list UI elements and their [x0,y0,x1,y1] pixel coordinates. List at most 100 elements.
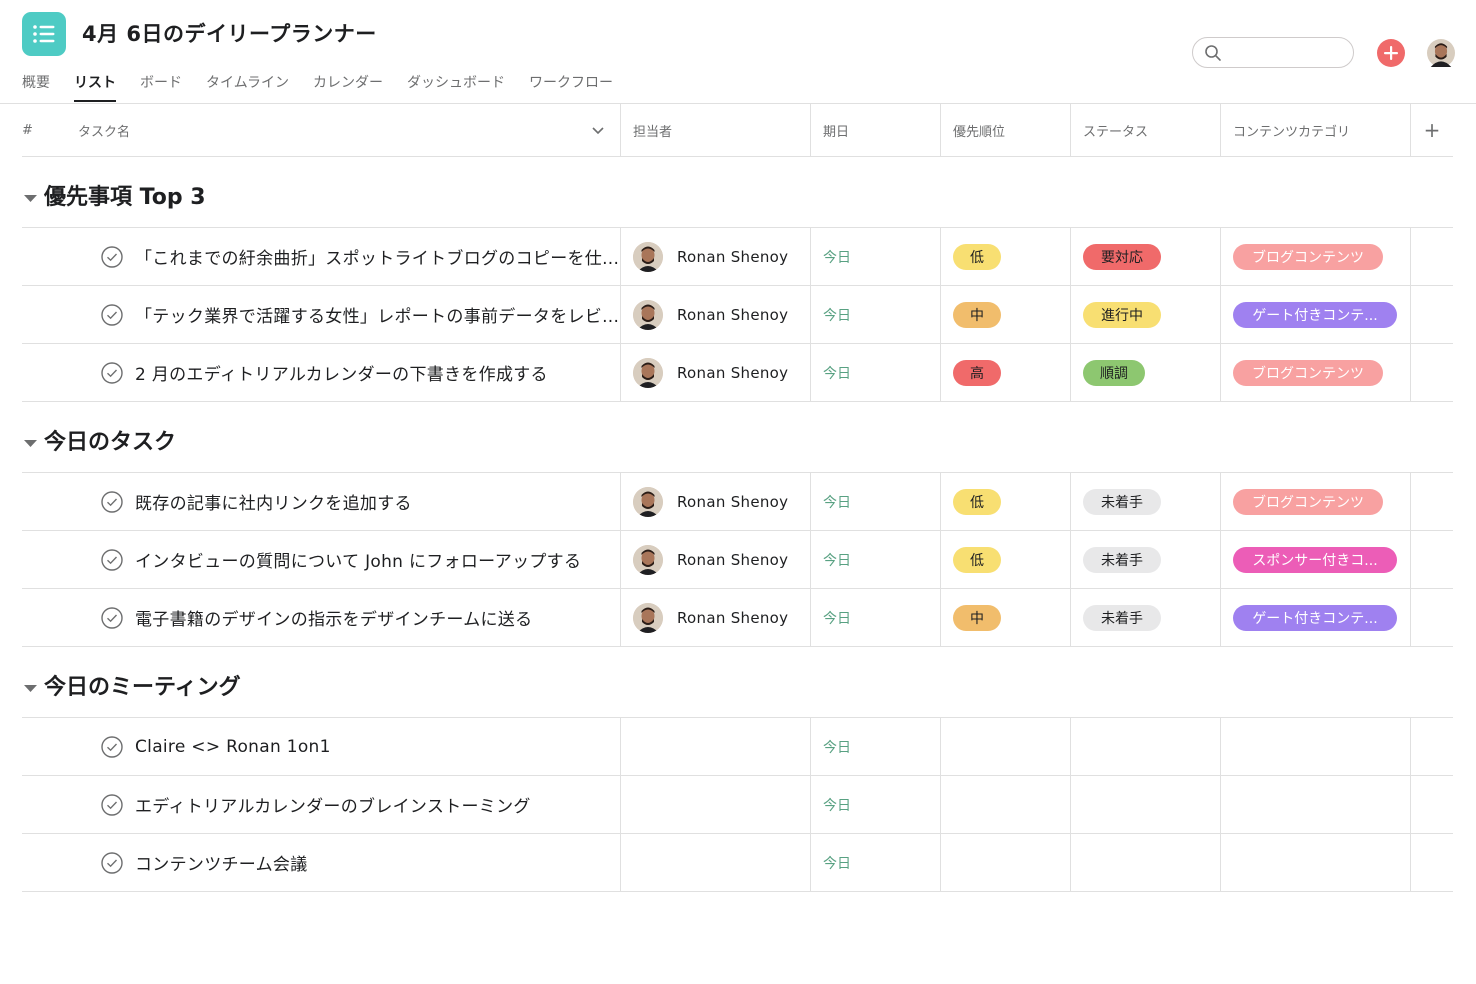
check-circle-icon[interactable] [101,548,123,571]
check-circle-icon[interactable] [101,851,123,874]
due-date-cell[interactable]: 今日 [811,473,941,530]
status-cell[interactable]: 未着手 [1071,473,1221,530]
col-task-name[interactable]: タスク名 [72,104,621,156]
col-content-category[interactable]: コンテンツカテゴリ [1221,104,1411,156]
category-cell[interactable]: ブログコンテンツ [1221,344,1411,401]
priority-cell[interactable] [941,834,1071,891]
task-name[interactable]: 電子書籍のデザインの指示をデザインチームに送る [135,605,532,630]
tab-timeline[interactable]: タイムライン [206,70,289,102]
task-row[interactable]: 電子書籍のデザインの指示をデザインチームに送る Ronan Shenoy 今日 中 未着… [22,589,1453,647]
due-date-cell[interactable]: 今日 [811,531,941,588]
priority-cell[interactable]: 低 [941,531,1071,588]
category-cell[interactable]: ブログコンテンツ [1221,228,1411,285]
caret-down-icon[interactable] [24,678,37,697]
caret-down-icon[interactable] [24,433,37,452]
category-cell[interactable]: スポンサー付きコ... [1221,531,1411,588]
due-date-cell[interactable]: 今日 [811,834,941,891]
col-priority[interactable]: 優先順位 [941,104,1071,156]
task-name-cell[interactable]: 「これまでの紆余曲折」スポットライトブログのコピーを仕... [72,228,621,285]
priority-cell[interactable] [941,776,1071,833]
task-name[interactable]: 「これまでの紆余曲折」スポットライトブログのコピーを仕... [135,244,619,269]
task-row[interactable]: 既存の記事に社内リンクを追加する Ronan Shenoy 今日 低 未着手 ブログコンテ… [22,473,1453,531]
tab-overview[interactable]: 概要 [22,70,50,102]
caret-down-icon[interactable] [24,188,37,207]
assignee-cell[interactable]: Ronan Shenoy [621,286,811,343]
task-row[interactable]: Claire <> Ronan 1on1 今日 [22,718,1453,776]
assignee-cell[interactable]: Ronan Shenoy [621,473,811,530]
task-name[interactable]: 既存の記事に社内リンクを追加する [135,489,412,514]
task-name-cell[interactable]: 既存の記事に社内リンクを追加する [72,473,621,530]
search-input[interactable] [1227,42,1347,64]
priority-cell[interactable]: 高 [941,344,1071,401]
add-column-button[interactable]: + [1411,104,1453,156]
status-cell[interactable]: 順調 [1071,344,1221,401]
tab-list[interactable]: リスト [74,70,116,102]
col-status[interactable]: ステータス [1071,104,1221,156]
assignee-cell[interactable] [621,834,811,891]
check-circle-icon[interactable] [101,606,123,629]
user-avatar[interactable] [1427,39,1455,71]
check-circle-icon[interactable] [101,490,123,513]
task-name[interactable]: エディトリアルカレンダーのブレインストーミング [135,792,531,817]
priority-cell[interactable]: 低 [941,473,1071,530]
task-name[interactable]: コンテンツチーム会議 [135,850,308,875]
check-circle-icon[interactable] [101,793,123,816]
category-cell[interactable] [1221,718,1411,775]
chevron-down-icon[interactable] [592,124,604,139]
tab-calendar[interactable]: カレンダー [313,70,383,102]
due-date-cell[interactable]: 今日 [811,718,941,775]
task-row[interactable]: 「テック業界で活躍する女性」レポートの事前データをレビ... Ronan Shen… [22,286,1453,344]
due-date-cell[interactable]: 今日 [811,344,941,401]
col-assignee[interactable]: 担当者 [621,104,811,156]
assignee-cell[interactable] [621,776,811,833]
check-circle-icon[interactable] [101,735,123,758]
due-date-cell[interactable]: 今日 [811,228,941,285]
task-name[interactable]: 「テック業界で活躍する女性」レポートの事前データをレビ... [135,302,619,327]
section-header[interactable]: 今日のミーティング [22,647,1453,718]
task-name-cell[interactable]: Claire <> Ronan 1on1 [72,718,621,775]
status-cell[interactable] [1071,776,1221,833]
category-cell[interactable]: ブログコンテンツ [1221,473,1411,530]
status-cell[interactable] [1071,834,1221,891]
task-row[interactable]: 2 月のエディトリアルカレンダーの下書きを作成する Ronan Shenoy 今日 高… [22,344,1453,402]
due-date-cell[interactable]: 今日 [811,589,941,646]
search-box[interactable] [1192,37,1354,68]
task-name[interactable]: Claire <> Ronan 1on1 [135,737,331,757]
task-row[interactable]: エディトリアルカレンダーのブレインストーミング 今日 [22,776,1453,834]
task-name-cell[interactable]: 電子書籍のデザインの指示をデザインチームに送る [72,589,621,646]
task-name-cell[interactable]: コンテンツチーム会議 [72,834,621,891]
tab-workflow[interactable]: ワークフロー [529,70,613,102]
priority-cell[interactable] [941,718,1071,775]
category-cell[interactable]: ゲート付きコンテ... [1221,589,1411,646]
due-date-cell[interactable]: 今日 [811,286,941,343]
assignee-cell[interactable]: Ronan Shenoy [621,344,811,401]
task-row[interactable]: 「これまでの紆余曲折」スポットライトブログのコピーを仕... Ronan Shen… [22,228,1453,286]
section-header[interactable]: 今日のタスク [22,402,1453,473]
task-row[interactable]: コンテンツチーム会議 今日 [22,834,1453,892]
status-cell[interactable] [1071,718,1221,775]
check-circle-icon[interactable] [101,245,123,268]
col-due-date[interactable]: 期日 [811,104,941,156]
category-cell[interactable] [1221,776,1411,833]
task-name-cell[interactable]: エディトリアルカレンダーのブレインストーミング [72,776,621,833]
category-cell[interactable] [1221,834,1411,891]
tab-dashboard[interactable]: ダッシュボード [407,70,505,102]
tab-board[interactable]: ボード [140,70,182,102]
status-cell[interactable]: 要対応 [1071,228,1221,285]
status-cell[interactable]: 未着手 [1071,589,1221,646]
assignee-cell[interactable] [621,718,811,775]
task-name[interactable]: 2 月のエディトリアルカレンダーの下書きを作成する [135,360,548,385]
check-circle-icon[interactable] [101,361,123,384]
task-name[interactable]: インタビューの質問について John にフォローアップする [135,547,581,572]
task-name-cell[interactable]: インタビューの質問について John にフォローアップする [72,531,621,588]
assignee-cell[interactable]: Ronan Shenoy [621,531,811,588]
priority-cell[interactable]: 低 [941,228,1071,285]
priority-cell[interactable]: 中 [941,589,1071,646]
category-cell[interactable]: ゲート付きコンテ... [1221,286,1411,343]
task-name-cell[interactable]: 2 月のエディトリアルカレンダーの下書きを作成する [72,344,621,401]
due-date-cell[interactable]: 今日 [811,776,941,833]
section-header[interactable]: 優先事項 Top 3 [22,157,1453,228]
task-name-cell[interactable]: 「テック業界で活躍する女性」レポートの事前データをレビ... [72,286,621,343]
priority-cell[interactable]: 中 [941,286,1071,343]
check-circle-icon[interactable] [101,303,123,326]
